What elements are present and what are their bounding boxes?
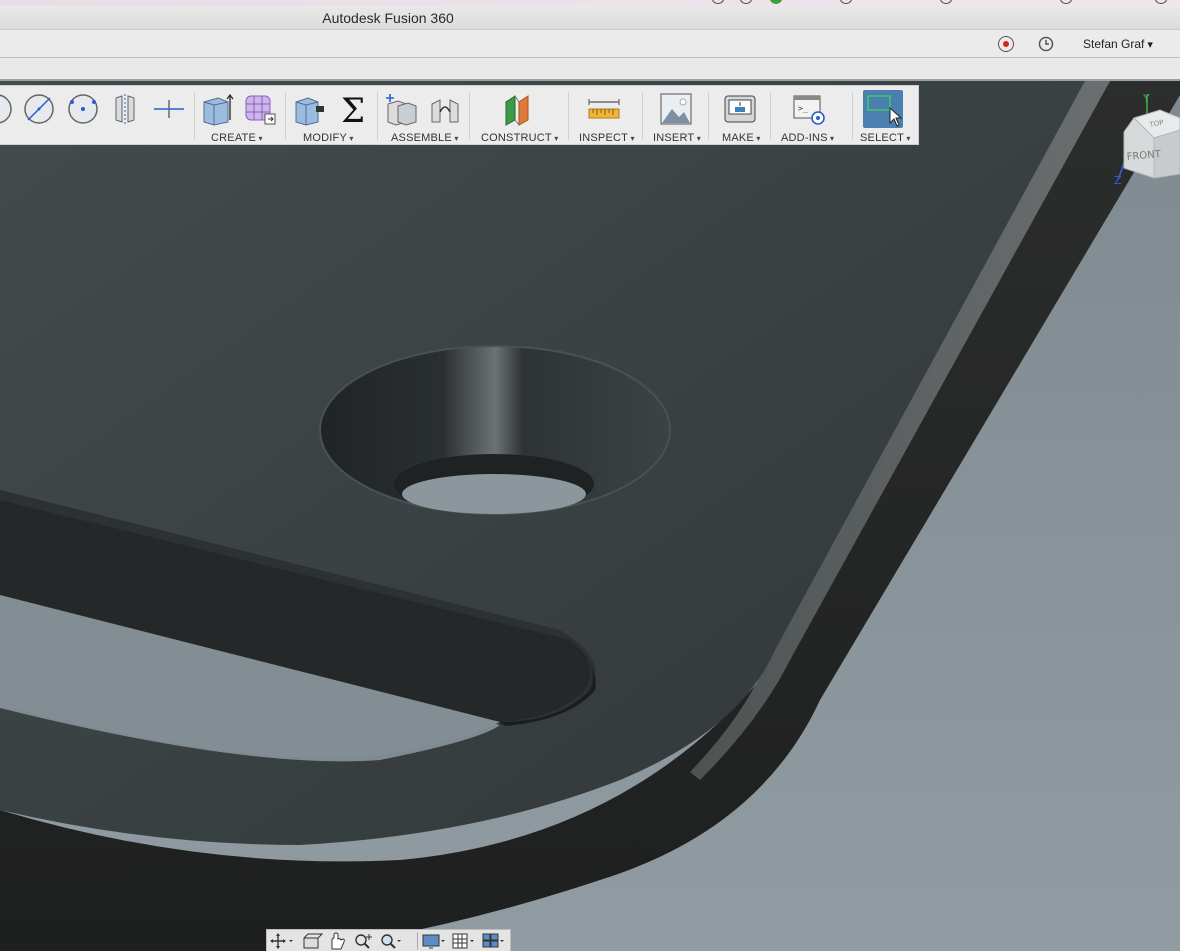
circle-center-icon[interactable] [66,92,100,126]
axis-y-label: Y [1142,92,1150,105]
pan-hand-icon[interactable] [325,932,349,950]
plane-icon[interactable] [501,92,535,126]
circle-slash-icon[interactable] [0,92,14,126]
sigma-icon[interactable]: Σ [336,91,370,131]
status-icon [770,0,782,4]
inspect-menu[interactable]: INSPECT [579,132,635,144]
account-bar: Stefan Graf [0,30,1180,58]
display-settings-icon[interactable] [421,932,445,950]
document-tab-bar [0,58,1180,81]
add-ins-menu[interactable]: ADD-INS [781,132,834,144]
look-at-icon[interactable] [299,932,324,950]
model-render [0,81,1180,951]
press-pull-icon[interactable] [292,92,326,126]
status-icon [1060,0,1072,4]
create-menu[interactable]: CREATE [211,132,263,144]
record-icon[interactable] [998,36,1014,52]
select-menu[interactable]: SELECT [860,132,911,144]
image-icon[interactable] [659,92,693,126]
circle-slash-icon[interactable] [22,92,56,126]
measure-ruler-icon[interactable] [587,92,621,126]
window-title: Autodesk Fusion 360 [322,10,454,26]
select-window-icon[interactable] [863,90,903,128]
system-status-icons [700,0,1180,4]
scripts-gear-icon[interactable]: >_ [792,92,826,126]
print-icon[interactable] [723,92,757,126]
status-icon [940,0,952,4]
make-menu[interactable]: MAKE [722,132,761,144]
assemble-menu[interactable]: ASSEMBLE [391,132,459,144]
main-toolbar: CREATE Σ MODIFY ASSEMBLE CONSTRUCT INSPE… [0,85,919,145]
navigation-bar [266,929,511,951]
axis-z-label: Z [1114,174,1122,187]
new-component-icon[interactable] [384,92,418,126]
svg-text:Σ: Σ [341,92,365,126]
title-bar: Autodesk Fusion 360 [0,0,1180,30]
status-icon [740,0,752,4]
orbit-icon[interactable] [269,932,293,950]
extrude-box-icon[interactable] [200,92,234,126]
view-cube[interactable]: Y Z TOP FRONT [1110,90,1180,190]
fit-icon[interactable] [377,932,401,950]
canvas-viewport[interactable] [0,81,1180,951]
construct-menu[interactable]: CONSTRUCT [481,132,559,144]
modify-menu[interactable]: MODIFY [303,132,354,144]
status-icon [840,0,852,4]
svg-text:>_: >_ [798,104,808,113]
clock-icon[interactable] [1038,36,1054,52]
status-icon [712,0,724,4]
joint-icon[interactable] [428,92,462,126]
search-icon [1155,0,1167,4]
form-cube-icon[interactable] [243,92,277,126]
viewports-icon[interactable] [481,932,505,950]
user-menu[interactable]: Stefan Graf [1083,37,1153,51]
zoom-icon[interactable] [351,932,375,950]
mirror-icon[interactable] [108,92,142,126]
grid-icon[interactable] [451,932,475,950]
project-line-icon[interactable] [152,92,186,126]
insert-menu[interactable]: INSERT [653,132,701,144]
